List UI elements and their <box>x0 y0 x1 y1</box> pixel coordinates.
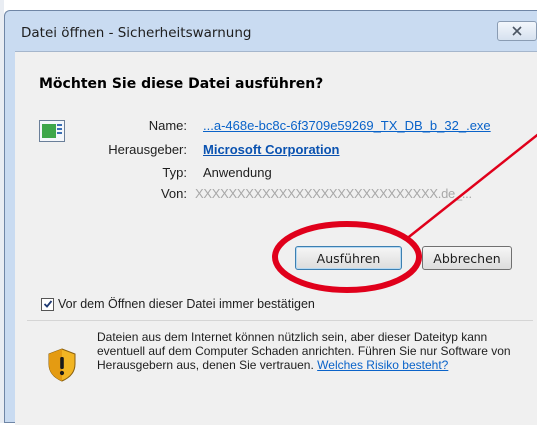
type-value: Anwendung <box>203 165 272 180</box>
checkmark-icon <box>43 300 52 308</box>
file-name-link[interactable]: ...a-468e-bc8c-6f3709e59269_TX_DB_b_32_.… <box>203 118 491 133</box>
cancel-button[interactable]: Abbrechen <box>422 246 512 270</box>
always-confirm-option[interactable]: Vor dem Öffnen dieser Datei immer bestät… <box>41 297 315 311</box>
publisher-link[interactable]: Microsoft Corporation <box>203 142 340 157</box>
close-icon <box>512 26 522 36</box>
from-value: XXXXXXXXXXXXXXXXXXXXXXXXXXXXX.de_... <box>195 186 472 201</box>
dialog-question: Möchten Sie diese Datei ausführen? <box>39 76 324 92</box>
always-confirm-label: Vor dem Öffnen dieser Datei immer bestät… <box>58 297 315 311</box>
close-button[interactable] <box>497 21 537 41</box>
risk-help-link[interactable]: Welches Risiko besteht? <box>317 358 448 372</box>
shield-warning-icon <box>48 348 76 382</box>
name-label: Name: <box>148 118 187 133</box>
window-title: Datei öffnen - Sicherheitswarnung <box>21 25 252 41</box>
info-paragraph: Dateien aus dem Internet können nützlich… <box>97 330 537 372</box>
publisher-label: Herausgeber: <box>108 142 187 157</box>
security-warning-dialog: Datei öffnen - Sicherheitswarnung Möchte… <box>4 10 537 425</box>
file-icon <box>39 120 65 142</box>
divider <box>27 320 533 321</box>
from-label: Von: <box>160 186 187 201</box>
title-bar: Datei öffnen - Sicherheitswarnung <box>5 11 537 51</box>
run-button[interactable]: Ausführen <box>295 246 402 270</box>
dialog-content: Möchten Sie diese Datei ausführen? Name:… <box>15 51 537 425</box>
always-confirm-checkbox[interactable] <box>41 297 54 311</box>
type-label: Typ: <box>162 165 187 180</box>
info-text: Dateien aus dem Internet können nützlich… <box>97 330 511 372</box>
